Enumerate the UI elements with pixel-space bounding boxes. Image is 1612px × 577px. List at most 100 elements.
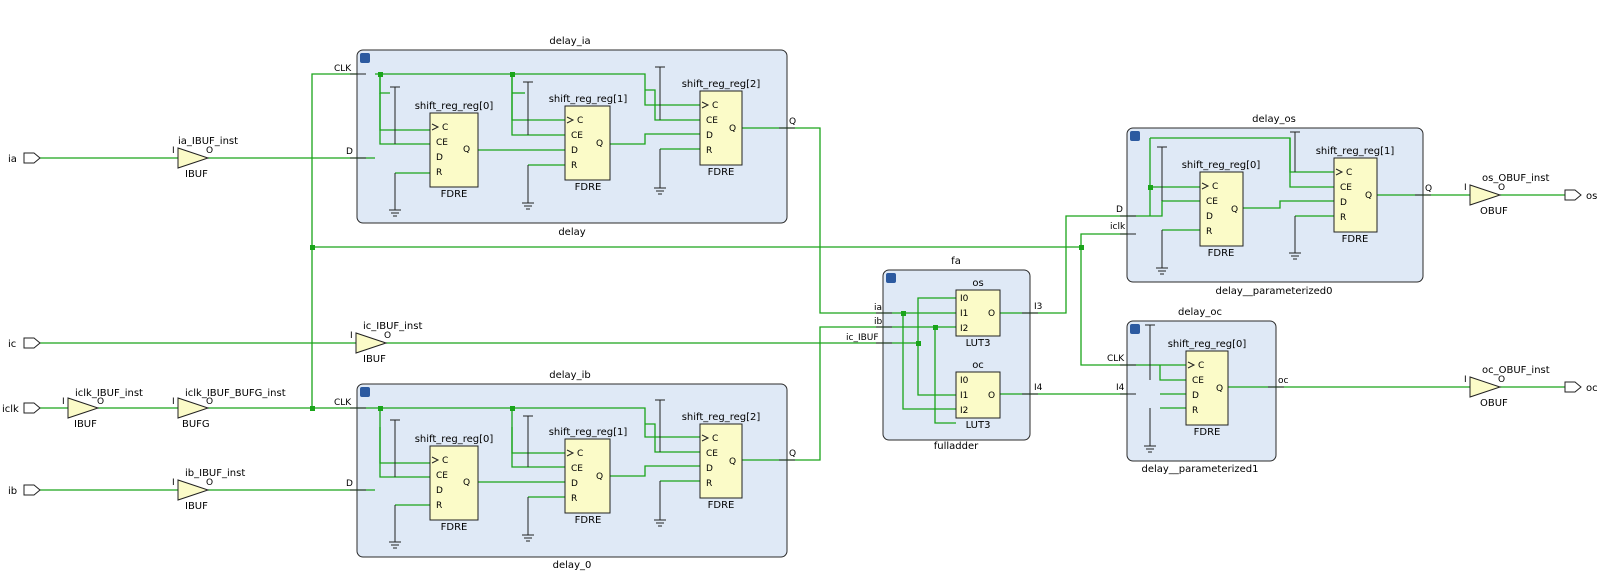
- port-oc[interactable]: oc: [1564, 381, 1598, 394]
- svg-text:O: O: [1498, 375, 1505, 385]
- svg-text:os: os: [1586, 191, 1597, 202]
- svg-text:ia: ia: [8, 154, 17, 165]
- cell-type: FDRE: [575, 182, 602, 193]
- svg-text:iclk: iclk: [1110, 222, 1126, 232]
- svg-text:I2: I2: [960, 406, 968, 416]
- svg-text:CE: CE: [706, 116, 718, 126]
- output-ports[interactable]: os oc: [1564, 189, 1598, 394]
- svg-text:ia: ia: [874, 303, 882, 313]
- svg-text:D: D: [1192, 391, 1199, 401]
- svg-text:ib: ib: [8, 486, 17, 497]
- svg-text:D: D: [436, 486, 443, 496]
- svg-text:O: O: [988, 391, 995, 401]
- svg-text:C: C: [1198, 361, 1204, 371]
- svg-text:I0: I0: [960, 294, 969, 304]
- buffer-name: ic_IBUF_inst: [363, 321, 422, 332]
- svg-text:ic_IBUF: ic_IBUF: [846, 333, 879, 343]
- module-subtitle: delay__parameterized1: [1141, 464, 1258, 475]
- svg-text:I: I: [1464, 375, 1467, 385]
- port-ib[interactable]: ib: [8, 484, 41, 497]
- module-subtitle: fulladder: [934, 441, 979, 452]
- svg-text:D: D: [1206, 212, 1213, 222]
- svg-text:CE: CE: [706, 449, 718, 459]
- cell-name: shift_reg_reg[1]: [549, 94, 628, 105]
- svg-text:O: O: [206, 397, 213, 407]
- svg-text:I4: I4: [1116, 383, 1125, 393]
- svg-text:I: I: [172, 146, 175, 156]
- cell-type: FDRE: [575, 515, 602, 526]
- module-title: delay_ia: [549, 36, 590, 47]
- port-ia[interactable]: ia: [8, 152, 41, 165]
- svg-text:R: R: [436, 168, 442, 178]
- cell-name: shift_reg_reg[1]: [549, 427, 628, 438]
- buffer-type: OBUF: [1480, 398, 1508, 409]
- svg-text:I4: I4: [1034, 383, 1043, 393]
- svg-text:R: R: [706, 146, 712, 156]
- svg-text:C: C: [577, 449, 583, 459]
- svg-text:R: R: [571, 161, 577, 171]
- cell-type: FDRE: [1194, 427, 1221, 438]
- cell-type: FDRE: [708, 167, 735, 178]
- buffer-iclk-bufg[interactable]: iclk_IBUF_BUFG_inst BUFG I O: [172, 388, 286, 430]
- port-os[interactable]: os: [1564, 189, 1597, 202]
- buffer-type: BUFG: [182, 419, 210, 430]
- svg-text:iclk: iclk: [2, 404, 19, 415]
- svg-text:D: D: [1116, 205, 1123, 215]
- module-title: delay_os: [1252, 114, 1296, 125]
- svg-text:O: O: [97, 397, 104, 407]
- collapse-icon[interactable]: [360, 53, 370, 63]
- svg-text:O: O: [206, 146, 213, 156]
- buffer-iclk-ibuf[interactable]: iclk_IBUF_inst IBUF I O: [62, 388, 143, 430]
- port-iclk[interactable]: iclk: [2, 402, 41, 415]
- cell-name: shift_reg_reg[0]: [415, 434, 494, 445]
- svg-text:O: O: [384, 331, 391, 341]
- svg-text:C: C: [442, 123, 448, 133]
- collapse-icon[interactable]: [360, 387, 370, 397]
- cell-type: LUT3: [966, 420, 991, 431]
- svg-text:D: D: [706, 131, 713, 141]
- buffer-type: IBUF: [363, 354, 386, 365]
- cell-type: FDRE: [1208, 248, 1235, 259]
- module-title: delay_oc: [1178, 307, 1222, 318]
- cell-type: FDRE: [441, 522, 468, 533]
- input-ports[interactable]: ia ic iclk ib: [2, 152, 41, 497]
- svg-text:CLK: CLK: [1107, 354, 1125, 364]
- cell-name: oc: [972, 360, 984, 371]
- svg-text:D: D: [571, 479, 578, 489]
- svg-text:C: C: [1212, 182, 1218, 192]
- cell-name: shift_reg_reg[1]: [1316, 146, 1395, 157]
- port-ic[interactable]: ic: [8, 337, 41, 350]
- svg-text:C: C: [577, 116, 583, 126]
- svg-text:Q: Q: [1216, 384, 1223, 394]
- svg-text:D: D: [346, 479, 353, 489]
- collapse-icon[interactable]: [1130, 131, 1140, 141]
- svg-text:Q: Q: [463, 145, 470, 155]
- collapse-icon[interactable]: [886, 273, 896, 283]
- module-fa[interactable]: fa fulladder: [882, 256, 1031, 452]
- svg-text:I: I: [1464, 183, 1467, 193]
- svg-text:CLK: CLK: [334, 64, 352, 74]
- module-subtitle: delay_0: [553, 560, 592, 571]
- svg-text:I: I: [172, 478, 175, 488]
- svg-text:O: O: [988, 309, 995, 319]
- collapse-icon[interactable]: [1130, 324, 1140, 334]
- svg-text:I1: I1: [960, 391, 968, 401]
- cell-name: shift_reg_reg[0]: [415, 101, 494, 112]
- module-title: fa: [951, 256, 961, 267]
- buffer-type: OBUF: [1480, 206, 1508, 217]
- svg-text:C: C: [442, 456, 448, 466]
- svg-text:R: R: [436, 501, 442, 511]
- svg-text:R: R: [1340, 213, 1346, 223]
- svg-text:Q: Q: [463, 478, 470, 488]
- svg-text:Q: Q: [1231, 205, 1238, 215]
- buffer-type: IBUF: [185, 169, 208, 180]
- svg-text:Q: Q: [596, 472, 603, 482]
- module-delay-os[interactable]: delay_os delay__parameterized0: [1126, 114, 1424, 297]
- svg-text:CE: CE: [1206, 197, 1218, 207]
- cell-type: LUT3: [966, 338, 991, 349]
- svg-text:CE: CE: [436, 138, 448, 148]
- cell-type: FDRE: [1342, 234, 1369, 245]
- buffer-name: iclk_IBUF_BUFG_inst: [185, 388, 286, 399]
- cell-name: shift_reg_reg[2]: [682, 79, 761, 90]
- svg-text:oc: oc: [1278, 376, 1289, 386]
